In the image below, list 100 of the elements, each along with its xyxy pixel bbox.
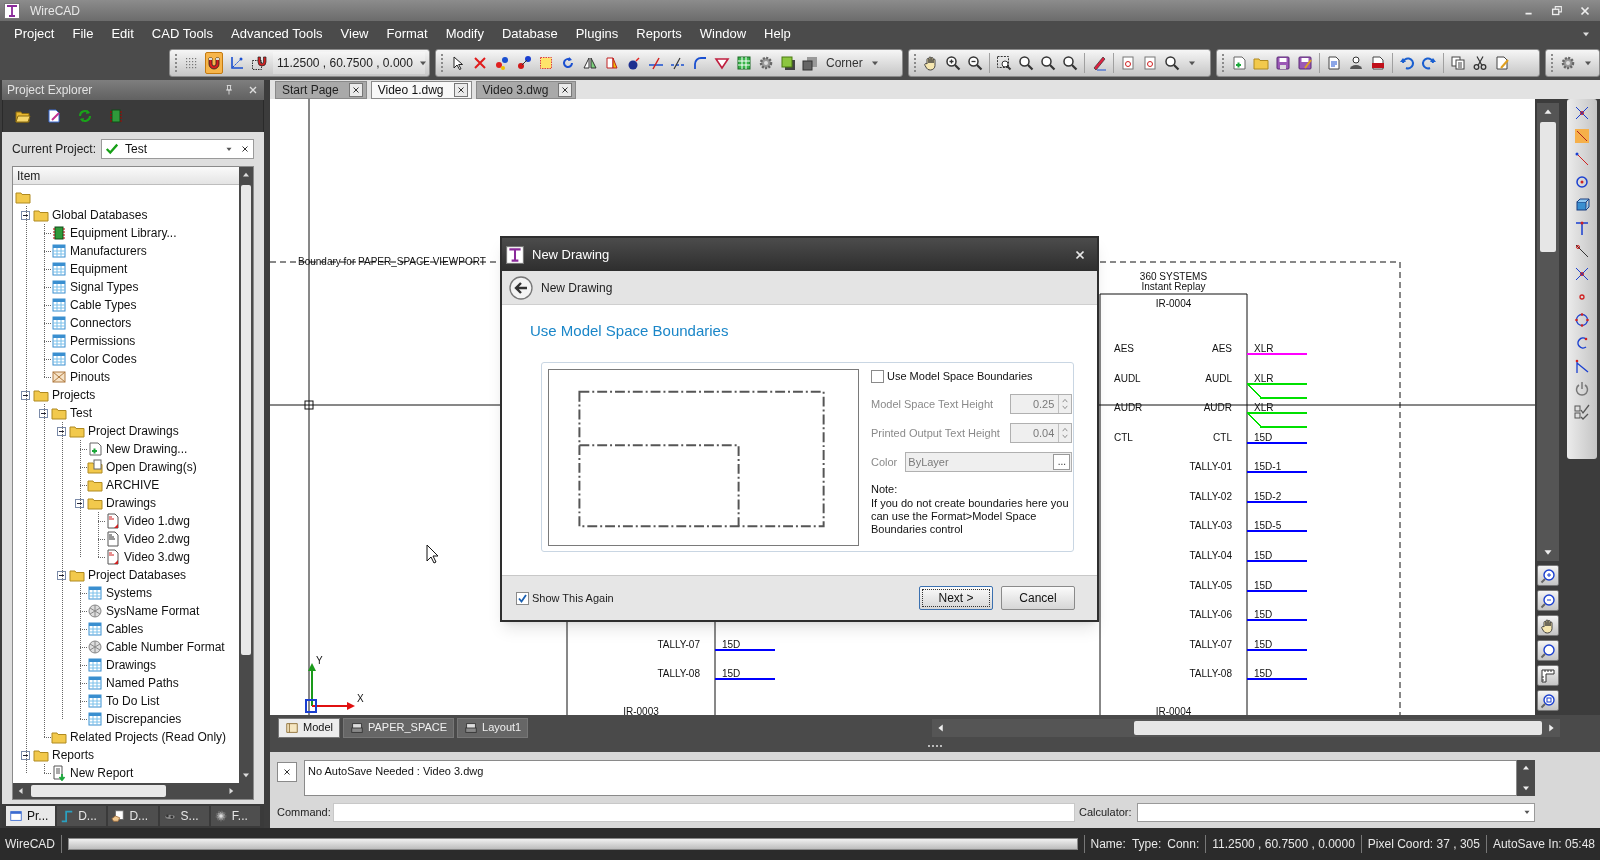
tree-item[interactable]: Drawings <box>106 656 156 674</box>
splitter-handle[interactable] <box>928 744 942 748</box>
menu-item[interactable]: File <box>72 23 94 44</box>
close-icon[interactable] <box>560 85 571 95</box>
magnet-icon[interactable] <box>251 55 267 71</box>
menu-item[interactable]: Advanced Tools <box>231 23 323 44</box>
tree-item[interactable]: New Drawing... <box>106 440 188 458</box>
scrollbar-thumb[interactable] <box>1134 720 1542 735</box>
arc-icon[interactable] <box>692 55 708 71</box>
checkbox[interactable] <box>516 591 529 605</box>
dashed-line-icon[interactable] <box>670 55 686 71</box>
document-tab[interactable]: Video 1.dwg <box>370 81 472 99</box>
checkbox[interactable] <box>871 370 884 383</box>
collapse-toggle[interactable] <box>21 210 30 220</box>
save-edit-icon[interactable] <box>1297 55 1314 71</box>
scrollbar-thumb[interactable] <box>1540 122 1556 252</box>
menu-item[interactable]: Edit <box>111 23 134 44</box>
tree-item[interactable]: Project Databases <box>88 566 187 584</box>
line-icon[interactable] <box>1574 128 1590 144</box>
document-tab[interactable]: Video 3.dwg <box>475 81 577 99</box>
menu-item[interactable]: Reports <box>636 23 682 44</box>
menu-item[interactable]: Modify <box>445 23 484 44</box>
tree-item[interactable]: Open Drawing(s) <box>106 458 197 476</box>
tree-item[interactable]: Drawings <box>106 494 156 512</box>
open-folder-icon[interactable] <box>15 108 31 124</box>
pointer-icon[interactable] <box>450 55 466 71</box>
delete-icon[interactable] <box>472 55 488 71</box>
close-icon[interactable] <box>455 85 466 95</box>
menu-item[interactable]: Plugins <box>575 23 619 44</box>
tree-item[interactable]: Systems <box>106 584 152 602</box>
tree-item[interactable]: Named Paths <box>106 674 179 692</box>
tree-item[interactable]: Projects <box>52 386 96 404</box>
tree-item[interactable]: Reports <box>52 746 95 764</box>
tree-item[interactable]: Color Codes <box>70 350 137 368</box>
checklist-icon[interactable] <box>1574 404 1590 420</box>
layout-tab[interactable]: PAPER_SPACE <box>342 717 455 738</box>
collapse-toggle[interactable] <box>75 498 84 508</box>
panel-tab[interactable]: D... <box>57 806 107 826</box>
bomb-icon[interactable] <box>626 55 642 71</box>
zoom-fit-button[interactable] <box>1537 690 1559 711</box>
zoom-icon[interactable] <box>1061 55 1078 71</box>
save-icon[interactable] <box>1275 55 1292 71</box>
scrollbar-thumb[interactable] <box>241 185 251 655</box>
document-icon[interactable] <box>1326 55 1343 71</box>
tree-item[interactable]: Cable Number Format <box>106 638 225 656</box>
cube-icon[interactable] <box>1574 197 1590 213</box>
vertical-scrollbar[interactable] <box>1537 103 1559 561</box>
tree-item[interactable]: Video 1.dwg <box>124 512 190 530</box>
document-icon[interactable] <box>1370 55 1387 71</box>
edit-document-icon[interactable] <box>1494 55 1511 71</box>
folder-icon[interactable] <box>1253 55 1270 71</box>
tree-item[interactable]: ARCHIVE <box>106 476 160 494</box>
grid-dots-icon[interactable] <box>183 55 199 71</box>
zoom-button[interactable] <box>1537 640 1559 661</box>
layout-tab[interactable]: Model <box>278 717 340 738</box>
person-icon[interactable] <box>1348 55 1365 71</box>
chip-icon[interactable] <box>108 108 124 124</box>
grid-icon[interactable] <box>736 55 752 71</box>
tree-item[interactable]: Related Projects (Read Only) <box>70 728 227 746</box>
angle-icon[interactable] <box>1574 358 1590 374</box>
panel-tab[interactable]: S... <box>159 806 209 826</box>
menu-item[interactable]: CAD Tools <box>151 23 213 44</box>
rotate-icon[interactable] <box>560 55 576 71</box>
menu-item[interactable]: Database <box>502 23 558 44</box>
layout-tab[interactable]: Layout1 <box>457 717 529 738</box>
vertical-scrollbar[interactable] <box>1517 760 1535 796</box>
zoom-in-button[interactable] <box>1537 565 1559 586</box>
back-button[interactable] <box>509 275 533 300</box>
crossed-lines-icon[interactable] <box>1574 105 1590 121</box>
zoom-out-button[interactable] <box>1537 590 1559 611</box>
trim-icon[interactable] <box>648 55 664 71</box>
shape-icon[interactable] <box>604 55 620 71</box>
zoom-window-icon[interactable] <box>995 55 1012 71</box>
collapse-toggle[interactable] <box>21 750 30 760</box>
dots-icon[interactable] <box>516 55 532 71</box>
command-field[interactable] <box>333 802 1075 822</box>
zoom-icon[interactable] <box>1039 55 1056 71</box>
restore-icon[interactable] <box>1550 3 1564 18</box>
hand-button[interactable] <box>1537 615 1559 636</box>
tree-item[interactable]: To Do List <box>106 692 160 710</box>
panel-tab[interactable]: D... <box>108 806 158 826</box>
close-icon[interactable] <box>350 85 361 95</box>
menu-item[interactable]: View <box>340 23 369 44</box>
calculator-dropdown[interactable] <box>1137 802 1535 822</box>
page-icon[interactable] <box>1141 55 1158 71</box>
tree-item[interactable]: Signal Types <box>70 278 139 296</box>
scrollbar-thumb[interactable] <box>31 785 166 797</box>
collapse-toggle[interactable] <box>21 390 30 400</box>
line-icon[interactable] <box>1574 151 1590 167</box>
power-icon[interactable] <box>1574 381 1590 397</box>
document-tab[interactable]: Start Page <box>275 81 367 99</box>
document-plus-icon[interactable] <box>1231 55 1248 71</box>
dialog-button[interactable]: Cancel <box>1001 586 1075 610</box>
tree-item[interactable]: Video 3.dwg <box>124 548 190 566</box>
tree-item[interactable]: Manufacturers <box>70 242 147 260</box>
tree-item[interactable]: Project Drawings <box>88 422 179 440</box>
tree-item[interactable]: New Report <box>70 764 134 782</box>
panel-tab[interactable]: F... <box>210 806 260 826</box>
square-icon[interactable] <box>780 55 796 71</box>
nodes-icon[interactable] <box>494 55 510 71</box>
